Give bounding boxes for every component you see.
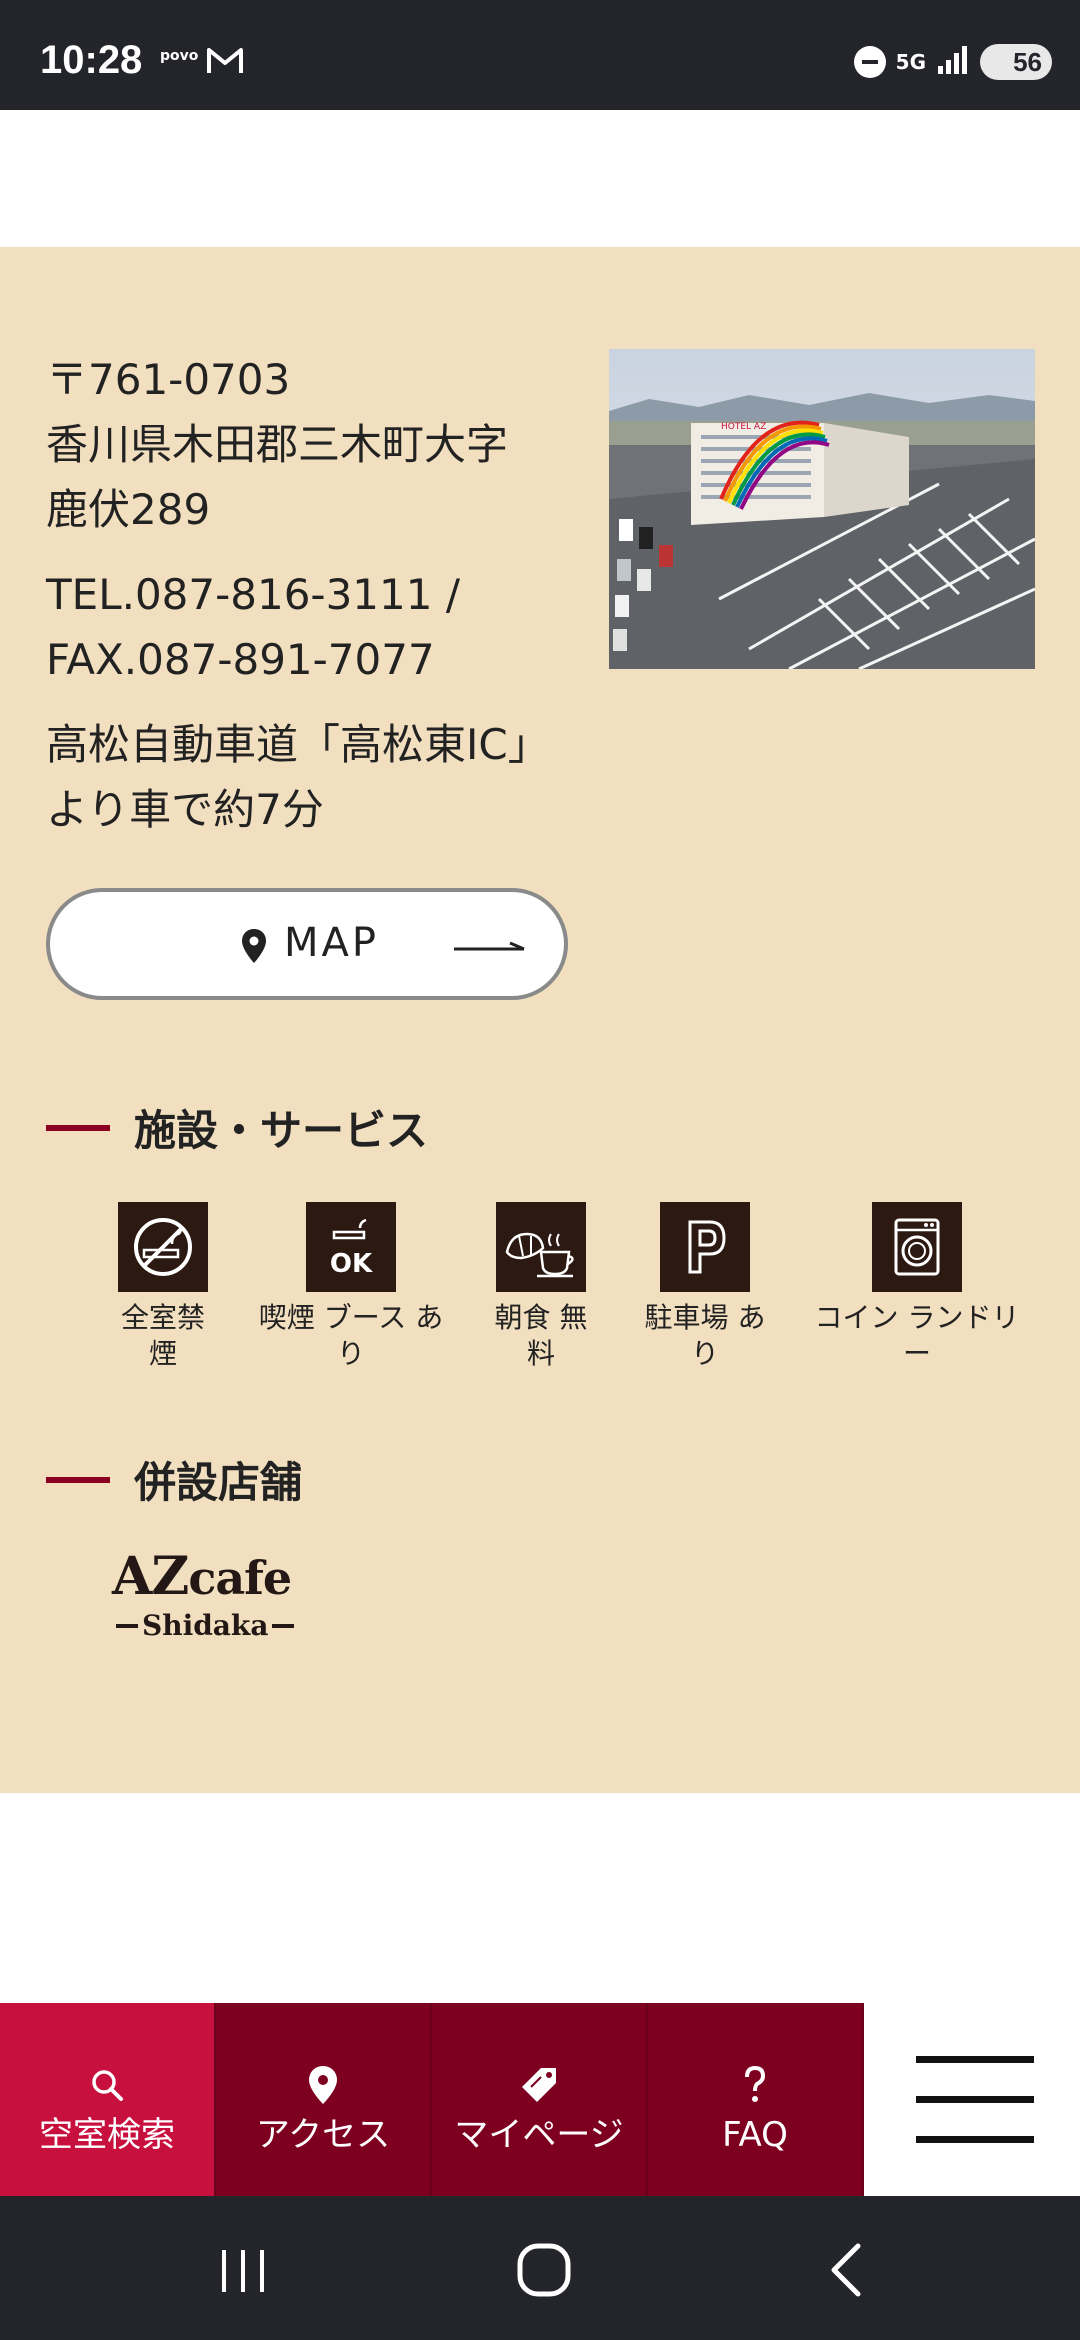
recent-apps-icon[interactable] [218,2246,268,2300]
map-button-label: MAP [284,920,379,966]
svg-text:OK: OK [330,1249,373,1279]
facility-label-line2: ー [902,1337,931,1370]
parking-icon [660,1202,750,1292]
fax-number: FAX.087-891-7077 [46,635,435,684]
heading-accent-bar [46,1124,110,1131]
network-label: 5G [895,50,926,74]
menu-line [916,2096,1034,2103]
facility-label-line1: 喫煙 ブース あ [258,1301,444,1334]
map-button[interactable]: MAP [46,888,568,1000]
address-line-2: 鹿伏289 [46,485,211,534]
tag-icon [432,2063,646,2107]
azcafe-logo[interactable]: AZcafe Shidaka [112,1547,302,1644]
azcafe-logo-sub: Shidaka [142,1609,269,1642]
nav-label: 空室検索 [39,2115,175,2155]
facilities-title: 施設・サービス [134,1106,429,1155]
facility-label-line1: 駐車場 あ [644,1301,766,1334]
menu-line [916,2056,1034,2063]
no-smoking-icon [118,1202,208,1292]
address-block: 〒761-0703 香川県木田郡三木町大字 鹿伏289 TEL.087-816-… [46,347,586,842]
tel-number[interactable]: TEL.087-816-3111 / [46,562,586,627]
heading-accent-bar [46,1476,110,1483]
shops-heading: 併設店舗 [46,1449,302,1510]
access-line-1: 高松自動車道「高松東IC」 [46,720,550,769]
azcafe-logo-cafe: cafe [188,1551,292,1605]
search-icon [0,2063,214,2107]
facility-no-smoking: 全室禁 煙 [98,1202,228,1372]
menu-line [916,2136,1034,2143]
location-pin-icon [241,928,267,968]
battery-indicator: 56 [980,44,1052,80]
smoking-ok-icon: OK [306,1202,396,1292]
shops-title: 併設店舗 [134,1458,303,1507]
address-line-1: 香川県木田郡三木町大字 [46,420,509,469]
access-line-2: より車で約7分 [46,785,324,834]
status-bar: 10:28 povo 5G 56 [0,0,1080,110]
home-icon[interactable] [516,2242,572,2302]
logo-dash [272,1624,295,1628]
mail-icon [206,46,244,80]
azcafe-logo-main: AZ [112,1546,189,1607]
nav-faq[interactable]: FAQ [648,2003,864,2196]
bottom-navigation: 空室検索 アクセス マイページ FAQ [0,2003,1080,2196]
laundry-icon [872,1202,962,1292]
back-icon[interactable] [826,2242,866,2302]
question-icon [648,2063,862,2107]
status-time: 10:28 [40,38,143,82]
nav-label: アクセス [255,2115,391,2155]
system-navigation-bar [0,2196,1080,2340]
nav-label: FAQ [722,2115,788,2155]
facility-label-line1: 全室禁 [120,1301,205,1334]
photo-sign: HOTEL AZ [721,422,766,432]
postal-code: 〒761-0703 [46,355,291,404]
facility-smoking-booth: OK 喫煙 ブース あ り [254,1202,448,1372]
hamburger-menu-button[interactable] [864,2003,1080,2196]
status-icons: 5G 56 [853,44,1052,80]
facility-label-line1: 朝食 無 [494,1301,588,1334]
logo-dash [116,1624,138,1628]
hotel-info-section: 〒761-0703 香川県木田郡三木町大字 鹿伏289 TEL.087-816-… [0,247,1080,1793]
nav-mypage[interactable]: マイページ [432,2003,648,2196]
arrow-right-icon [454,940,526,960]
facility-label-line2: 煙 [148,1337,177,1370]
facility-label-line2: り [336,1337,365,1370]
carrier-label: povo [160,48,199,64]
breakfast-icon [496,1202,586,1292]
facility-parking: 駐車場 あ り [640,1202,770,1372]
nav-label: マイページ [454,2115,624,2155]
facilities-heading: 施設・サービス [46,1097,428,1158]
signal-icon [936,44,970,80]
facility-label-line1: コイン ランドリ [814,1301,1020,1334]
facility-breakfast: 朝食 無 料 [476,1202,606,1372]
facility-label-line2: り [690,1337,719,1370]
do-not-disturb-icon [853,46,886,78]
location-pin-icon [216,2063,430,2107]
facility-coin-laundry: コイン ランドリ ー [812,1202,1022,1372]
nav-room-search[interactable]: 空室検索 [0,2003,216,2196]
nav-access[interactable]: アクセス [216,2003,432,2196]
hotel-photo: HOTEL AZ [609,349,1036,671]
facility-label-line2: 料 [526,1337,555,1370]
